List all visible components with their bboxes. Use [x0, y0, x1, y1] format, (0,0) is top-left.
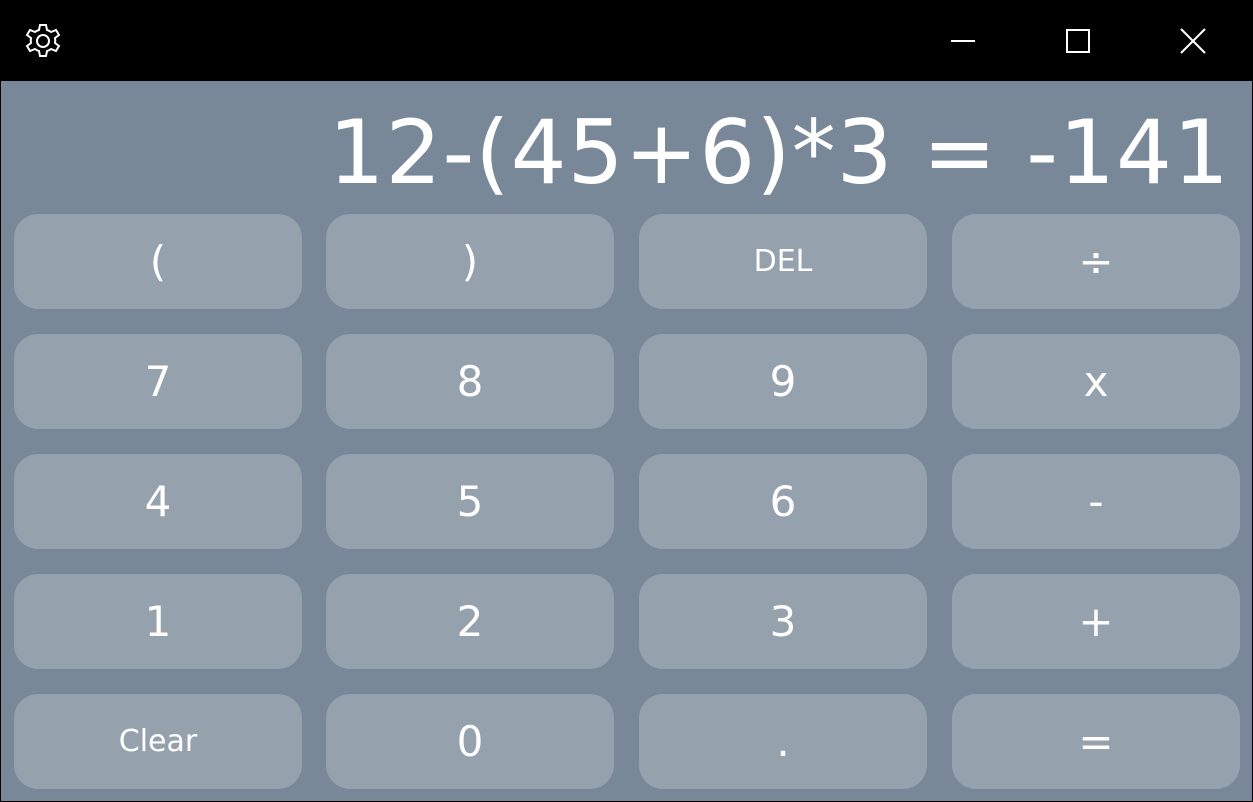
digit-5-button[interactable]: 5 — [326, 454, 614, 549]
digit-3-button[interactable]: 3 — [639, 574, 927, 669]
open-paren-button[interactable]: ( — [14, 214, 302, 309]
delete-button[interactable]: DEL — [639, 214, 927, 309]
close-paren-button[interactable]: ) — [326, 214, 614, 309]
digit-2-button[interactable]: 2 — [326, 574, 614, 669]
minus-button[interactable]: - — [952, 454, 1240, 549]
expression-display: 12-(45+6)*3 = -141 — [328, 101, 1230, 204]
close-button[interactable] — [1170, 18, 1216, 64]
digit-1-button[interactable]: 1 — [14, 574, 302, 669]
minimize-icon — [951, 40, 975, 42]
digit-8-button[interactable]: 8 — [326, 334, 614, 429]
maximize-icon — [1066, 29, 1090, 53]
gear-icon — [25, 24, 61, 57]
digit-7-button[interactable]: 7 — [14, 334, 302, 429]
clear-button[interactable]: Clear — [14, 694, 302, 789]
equals-button[interactable]: = — [952, 694, 1240, 789]
calculator-window: 12-(45+6)*3 = -141 ( ) DEL ÷ 7 8 9 x 4 5… — [0, 0, 1253, 802]
maximize-button[interactable] — [1055, 18, 1101, 64]
multiply-button[interactable]: x — [952, 334, 1240, 429]
digit-6-button[interactable]: 6 — [639, 454, 927, 549]
digit-0-button[interactable]: 0 — [326, 694, 614, 789]
close-icon — [1180, 28, 1206, 54]
settings-button[interactable] — [20, 18, 66, 64]
plus-button[interactable]: + — [952, 574, 1240, 669]
divide-button[interactable]: ÷ — [952, 214, 1240, 309]
calculator-body: 12-(45+6)*3 = -141 ( ) DEL ÷ 7 8 9 x 4 5… — [1, 81, 1252, 801]
digit-9-button[interactable]: 9 — [639, 334, 927, 429]
title-bar — [0, 0, 1253, 81]
digit-4-button[interactable]: 4 — [14, 454, 302, 549]
minimize-button[interactable] — [940, 18, 986, 64]
decimal-button[interactable]: . — [639, 694, 927, 789]
